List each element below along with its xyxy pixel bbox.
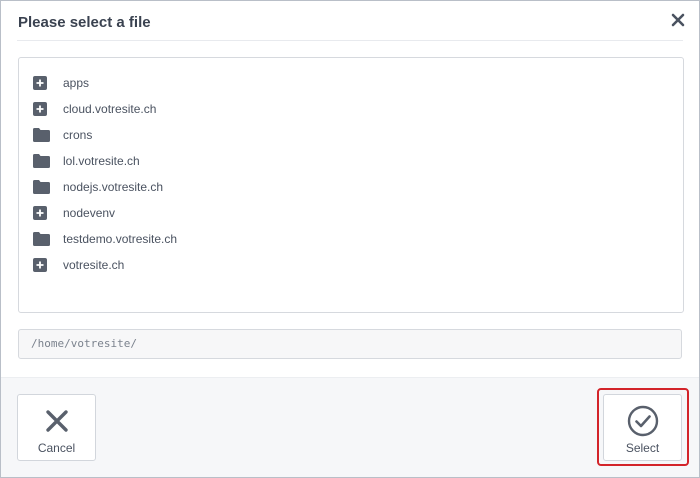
tree-item-lol[interactable]: lol.votresite.ch — [33, 151, 140, 171]
tree-item-nodevenv[interactable]: nodevenv — [33, 203, 115, 223]
tree-item-apps[interactable]: apps — [33, 73, 89, 93]
path-input[interactable]: /home/votresite/ — [18, 329, 682, 359]
folder-icon — [33, 231, 51, 247]
file-select-dialog: Please select a file apps cloud.votresit… — [0, 0, 700, 478]
file-tree: apps cloud.votresite.ch crons lol.votres… — [18, 57, 684, 313]
cancel-button[interactable]: Cancel — [17, 394, 96, 461]
tree-item-label: nodejs.votresite.ch — [63, 180, 164, 194]
tree-item-label: crons — [63, 128, 93, 142]
header-divider — [17, 40, 683, 41]
expand-plus-icon[interactable] — [33, 75, 51, 91]
check-circle-icon — [627, 405, 659, 437]
tree-item-crons[interactable]: crons — [33, 125, 92, 145]
tree-item-label: cloud.votresite.ch — [63, 102, 157, 116]
select-button[interactable]: Select — [603, 394, 682, 461]
tree-item-label: votresite.ch — [63, 258, 125, 272]
tree-item-label: lol.votresite.ch — [63, 154, 140, 168]
tree-item-label: nodevenv — [63, 206, 116, 220]
tree-item-votresite[interactable]: votresite.ch — [33, 255, 124, 275]
select-label: Select — [625, 441, 660, 455]
dialog-header: Please select a file — [1, 1, 699, 41]
close-icon[interactable] — [670, 12, 686, 28]
tree-item-label: testdemo.votresite.ch — [63, 232, 178, 246]
folder-icon — [33, 153, 51, 169]
expand-plus-icon[interactable] — [33, 205, 51, 221]
cancel-label: Cancel — [37, 441, 76, 455]
expand-plus-icon[interactable] — [33, 101, 51, 117]
close-x-icon — [45, 407, 69, 435]
folder-icon — [33, 179, 51, 195]
tree-item-testdemo[interactable]: testdemo.votresite.ch — [33, 229, 177, 249]
tree-item-nodejs[interactable]: nodejs.votresite.ch — [33, 177, 163, 197]
dialog-footer: Cancel Select — [1, 377, 699, 477]
expand-plus-icon[interactable] — [33, 257, 51, 273]
tree-item-label: apps — [63, 76, 90, 90]
folder-icon — [33, 127, 51, 143]
tree-item-cloud[interactable]: cloud.votresite.ch — [33, 99, 156, 119]
dialog-title: Please select a file — [18, 14, 151, 31]
